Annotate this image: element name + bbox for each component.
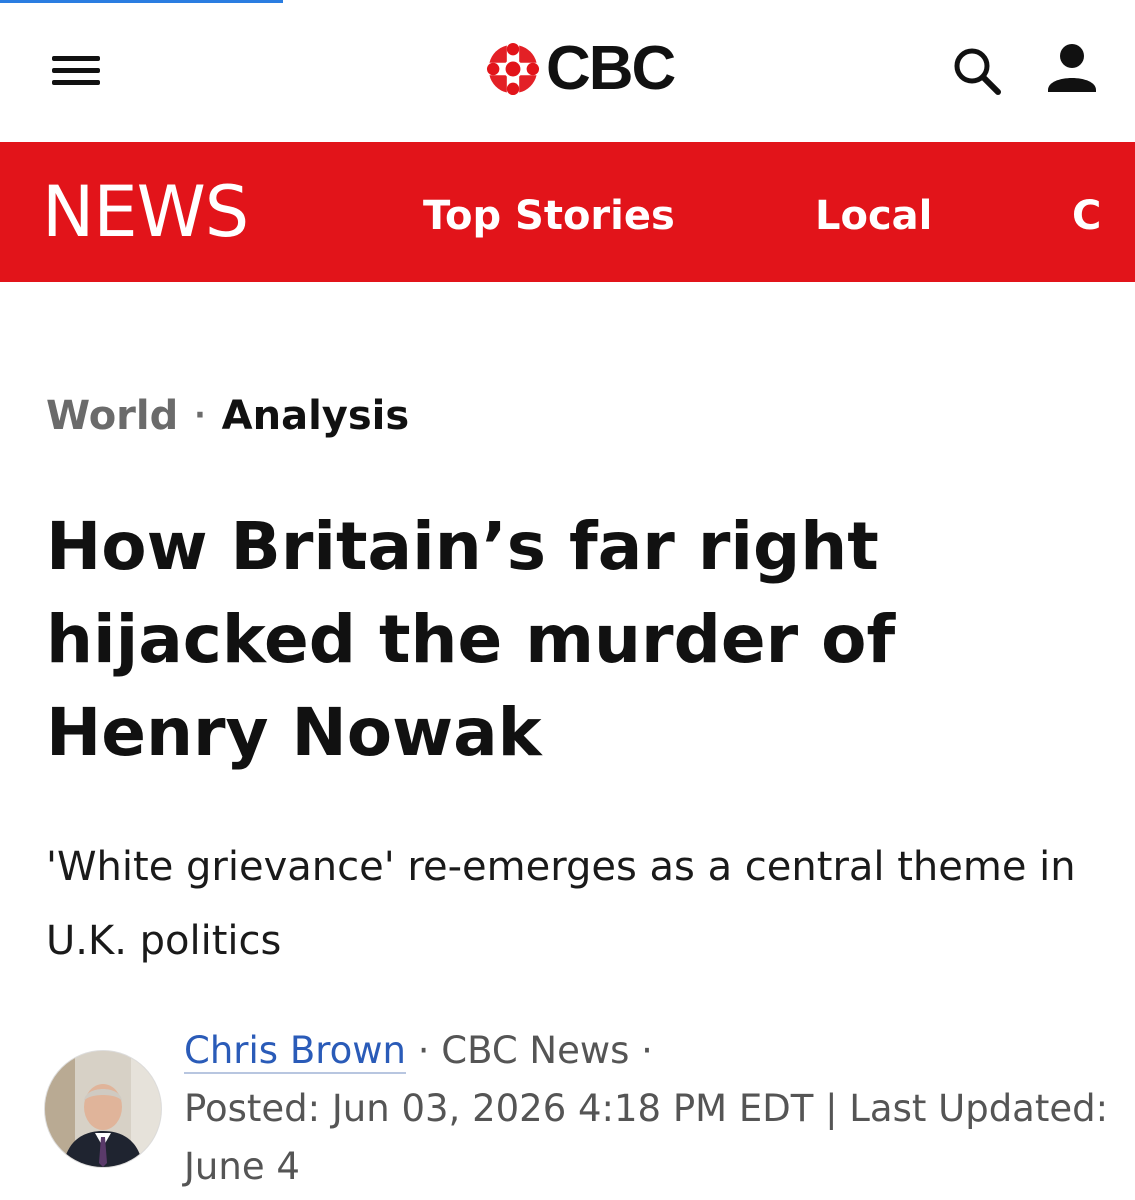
breadcrumb-separator: · xyxy=(194,398,206,433)
cbc-wordmark: CBC xyxy=(546,34,676,103)
breadcrumb-section-link[interactable]: World xyxy=(46,393,178,439)
cbc-gem-icon xyxy=(486,42,540,96)
search-icon xyxy=(954,48,1001,95)
author-name-link[interactable]: Chris Brown xyxy=(184,1029,406,1074)
page: CBC NEWS Top Stories Local C World · Analy… xyxy=(0,0,1135,1200)
nav-top-stories[interactable]: Top Stories xyxy=(423,192,675,240)
account-button[interactable] xyxy=(1044,40,1100,96)
nav-truncated-item[interactable]: C xyxy=(1072,192,1101,240)
byline-timestamps: Posted: Jun 03, 2026 4:18 PM EDT | Last … xyxy=(184,1087,1109,1188)
author-avatar[interactable] xyxy=(44,1050,162,1168)
search-button[interactable] xyxy=(950,44,1004,98)
author-photo xyxy=(45,1051,161,1167)
byline-separator: · xyxy=(629,1029,653,1072)
nav-local[interactable]: Local xyxy=(815,192,932,240)
news-brand[interactable]: NEWS xyxy=(42,172,249,252)
article-deck: 'White grievance' re-emerges as a centra… xyxy=(46,844,1076,964)
user-account-icon xyxy=(1048,44,1096,92)
article-byline: Chris Brown · CBC News · Posted: Jun 03,… xyxy=(184,1022,1114,1196)
breadcrumb: World · Analysis xyxy=(46,388,409,444)
article-headline: How Britain’s far right hijacked the mur… xyxy=(46,508,896,771)
byline-separator: · xyxy=(405,1029,442,1072)
hamburger-menu-icon xyxy=(52,56,100,61)
menu-button[interactable] xyxy=(52,52,102,88)
breadcrumb-label: Analysis xyxy=(221,393,410,439)
news-navigation-bar: NEWS Top Stories Local C xyxy=(0,142,1135,282)
byline-outlet: CBC News xyxy=(441,1029,630,1072)
top-header: CBC xyxy=(0,0,1135,140)
cbc-logo[interactable]: CBC xyxy=(482,34,676,103)
reading-progress-bar xyxy=(0,0,283,3)
